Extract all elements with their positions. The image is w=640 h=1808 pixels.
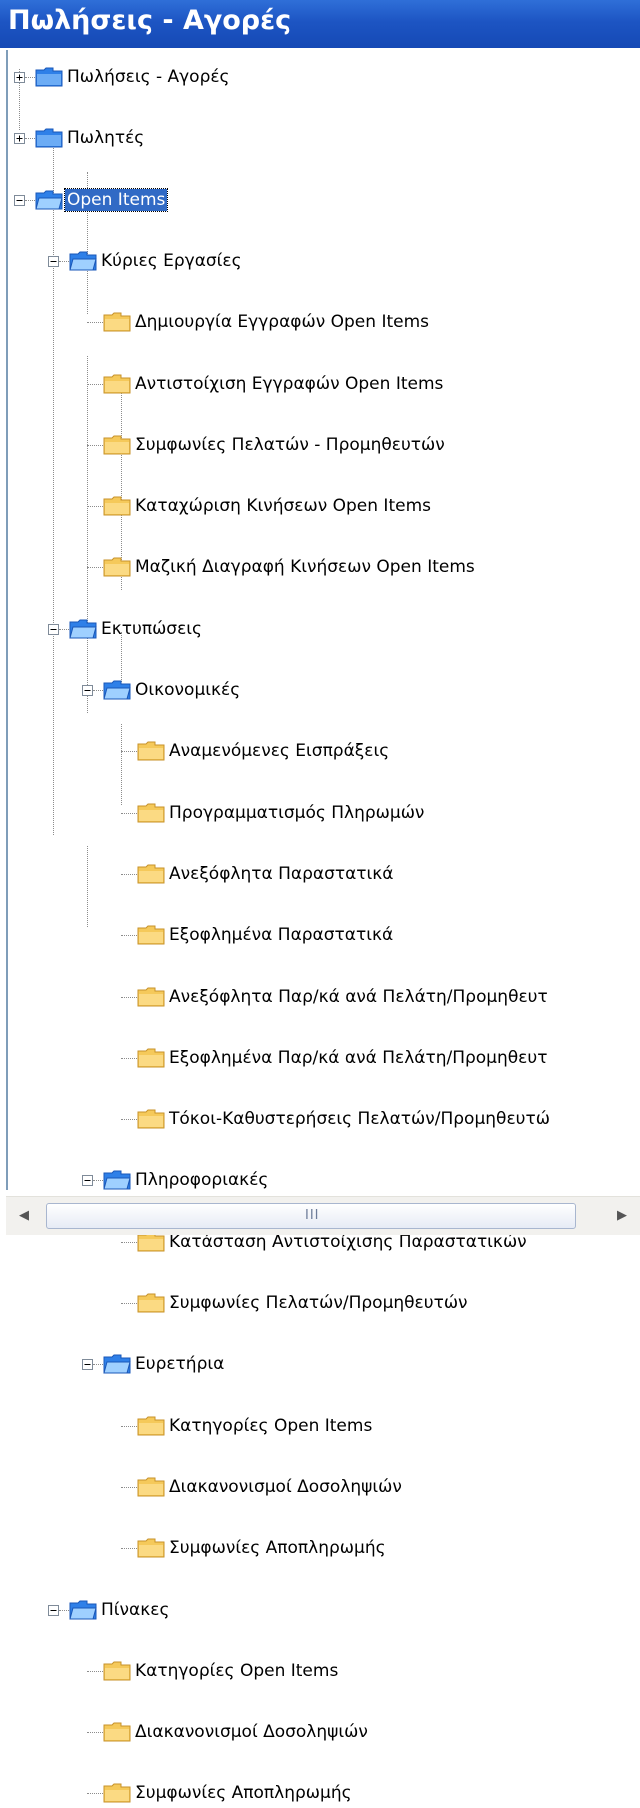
window-title: Πωλήσεις - Αγορές [8,5,292,36]
tree-node-label: Εξοφλημένα Παρ/κά ανά Πελάτη/Προμηθευτ [169,1047,548,1068]
tree-node[interactable]: Αναμενόμενες Εισπράξεις [8,395,640,761]
scroll-left-arrow-icon[interactable]: ◀ [14,1206,34,1226]
collapse-icon[interactable] [82,1359,93,1371]
scroll-right-arrow-icon[interactable]: ▶ [612,1206,632,1226]
tree-node-label: Πληροφοριακές [135,1170,269,1191]
tree-connector [93,1364,103,1366]
tree-node-label: Πωλήσεις - Αγορές [67,67,230,87]
tree-node-label: Διακανονισμοί Δοσοληψιών [135,1722,368,1743]
tree-connector [121,1425,137,1427]
tree-node[interactable]: Συμφωνίες Αποπληρωμής [8,794,640,1558]
tree-connector [121,1303,137,1304]
yellow-folder-icon [137,986,165,1008]
tree-node[interactable]: Ανεξόφλητα Παραστατικά [8,456,640,884]
expand-icon[interactable] [14,72,25,83]
tree-node[interactable]: Συμφωνίες Αποπληρωμής [8,916,640,1803]
horizontal-scrollbar[interactable]: ◀ III ▶ [6,1196,640,1235]
tree-node[interactable]: Οικονομικές [8,365,640,700]
tree-node[interactable]: Ανεξόφλητα Παρ/κά ανά Πελάτη/Προμηθευτ [8,518,640,1007]
yellow-folder-icon [103,1660,131,1682]
tree-connector [121,1486,137,1488]
tree-node[interactable]: Τόκοι-Καθυστερήσεις Πελατών/Προμηθευτώ [8,579,640,1129]
tree-node[interactable]: Ευρετήρια [8,702,640,1374]
blue-folder-icon [103,1169,131,1191]
tree-node[interactable]: Κατάσταση Αντιστοίχισης Παραστατικών [8,640,640,1252]
yellow-folder-icon [103,1721,131,1743]
tree-node-label: Διακανονισμοί Δοσοληψιών [169,1476,402,1497]
tree-node-label: Συμφωνίες Αποπληρωμής [169,1538,386,1559]
tree-pane: Πωλήσεις - Αγορές Πωλητές Open Items Κύριες… [6,50,640,1803]
app-window: Πωλήσεις - Αγορές Πωλήσεις - Αγορές Πωλητ… [0,0,640,1803]
tree-connector [25,77,35,78]
tree-node-label: Τόκοι-Καθυστερήσεις Πελατών/Προμηθευτώ [169,1109,550,1130]
tree-node[interactable]: Πωλητές [8,89,640,148]
tree-node[interactable]: Διακανονισμοί Δοσοληψιών [8,886,640,1742]
scrollbar-thumb[interactable]: III [46,1203,576,1229]
tree-connector [121,1548,137,1550]
collapse-icon[interactable] [48,1604,59,1616]
tree-node[interactable]: Διακανονισμοί Δοσοληψιών [8,763,640,1497]
tree-node[interactable]: Open Items [8,119,640,212]
tree-node[interactable]: Εκτυπώσεις [8,334,640,639]
blue-folder-icon [103,1353,131,1375]
tree-node[interactable]: Αντιστοίχιση Εγγραφών Open Items [8,211,640,394]
yellow-folder-icon [137,1415,165,1437]
tree-node-label: Κατηγορίες Open Items [135,1660,339,1681]
tree-connector [87,1793,103,1795]
tree-node-label: Πίνακες [101,1599,170,1620]
tree-node[interactable]: Κατηγορίες Open Items [8,732,640,1436]
tree-node[interactable]: Κατηγορίες Open Items [8,855,640,1681]
yellow-folder-icon [137,1047,165,1069]
tree-node-label: Συμφωνίες Αποπληρωμής [135,1783,352,1804]
blue-folder-icon [35,66,63,88]
yellow-folder-icon [137,1537,165,1559]
tree-connector [121,996,137,998]
tree-node-label: Συμφωνίες Πελατών/Προμηθευτών [169,1293,468,1313]
yellow-folder-icon [137,1108,165,1130]
tree-node-label: Κατηγορίες Open Items [169,1415,373,1436]
tree-node[interactable]: Προγραμματισμός Πληρωμών [8,426,640,823]
tree-node[interactable]: Καταχώριση Κινήσεων Open Items [8,273,640,516]
tree-node[interactable]: Κύριες Εργασίες [8,150,640,271]
collapse-icon[interactable] [82,1175,93,1187]
tree-connector [87,1732,103,1734]
tree-node-label: Ευρετήρια [135,1354,225,1375]
title-bar: Πωλήσεις - Αγορές [0,0,640,48]
scrollbar-grip: III [305,1208,320,1223]
yellow-folder-icon [137,1292,165,1314]
yellow-folder-icon [103,1782,131,1804]
tree-node[interactable]: Εξοφλημένα Παρ/κά ανά Πελάτη/Προμηθευτ [8,548,640,1068]
blue-folder-icon [69,1599,97,1621]
tree-connector [121,1057,137,1059]
tree-view[interactable]: Πωλήσεις - Αγορές Πωλητές Open Items Κύριες… [8,50,640,1803]
tree-node[interactable]: Συμφωνίες Πελατών - Προμηθευτών [8,242,640,455]
tree-node[interactable]: Δημιουργία Εγγραφών Open Items [8,181,640,332]
tree-node[interactable]: Πληροφοριακές [8,610,640,1190]
tree-node[interactable]: Μαζική Διαγραφή Κινήσεων Open Items [8,303,640,577]
tree-connector [59,1609,69,1611]
tree-connector [121,1119,137,1121]
yellow-folder-icon [137,1476,165,1498]
tree-node[interactable]: Εξοφλημένα Παραστατικά [8,487,640,945]
tree-node[interactable]: Πωλήσεις - Αγορές [8,58,640,88]
tree-connector [121,1241,137,1243]
tree-node[interactable]: Συμφωνίες Πελατών/Προμηθευτών [8,671,640,1313]
tree-connector [87,1670,103,1672]
tree-node-label: Ανεξόφλητα Παρ/κά ανά Πελάτη/Προμηθευτ [169,986,548,1007]
tree-connector [93,1180,103,1182]
tree-node[interactable]: Πίνακες [8,824,640,1620]
